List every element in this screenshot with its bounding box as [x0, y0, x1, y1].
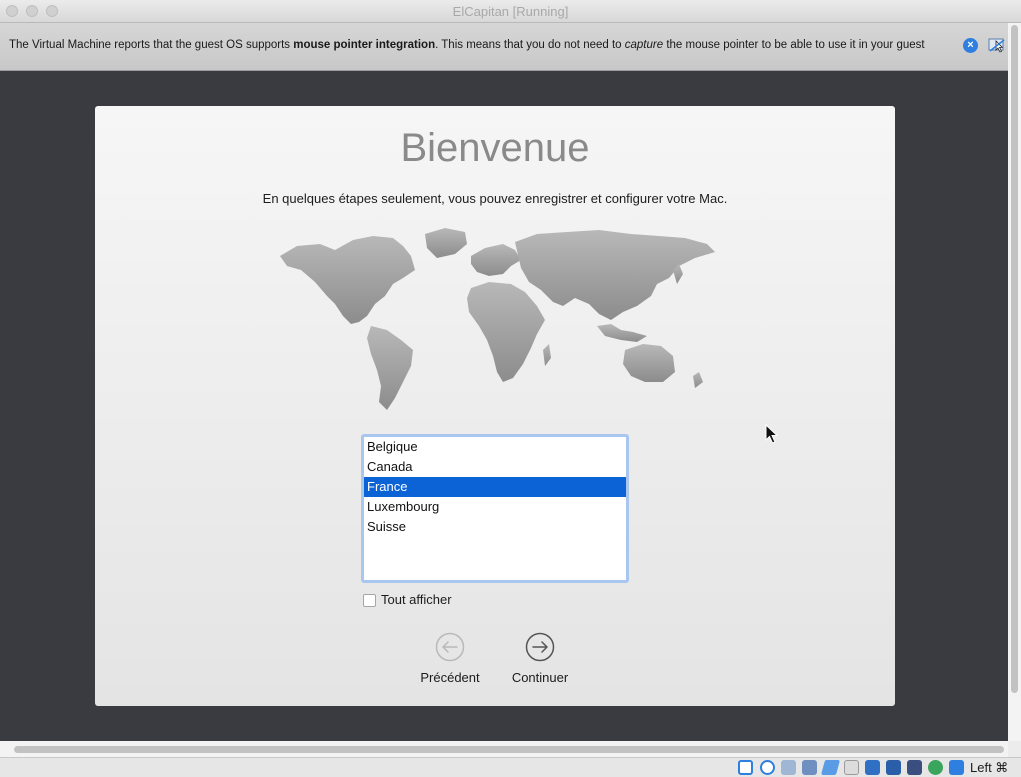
arrow-left-circle-icon	[435, 632, 465, 662]
recording-icon[interactable]	[907, 760, 922, 775]
horizontal-scrollbar[interactable]	[0, 741, 1008, 757]
mouse-integration-notice: The Virtual Machine reports that the gue…	[0, 23, 1008, 71]
country-list-item-france[interactable]: France	[364, 477, 626, 497]
hard-disk-icon[interactable]	[738, 760, 753, 775]
mouse-integration-icon[interactable]	[988, 37, 1006, 53]
world-map	[280, 228, 715, 410]
vm-display[interactable]: The Virtual Machine reports that the gue…	[0, 23, 1008, 741]
close-circle-icon[interactable]: ×	[963, 38, 978, 53]
continue-button[interactable]: Continuer	[500, 632, 580, 692]
country-list-item-belgique[interactable]: Belgique	[364, 437, 626, 457]
arrow-right-circle-icon	[525, 632, 555, 662]
window-titlebar: ElCapitan [Running]	[0, 0, 1021, 23]
continue-label: Continuer	[511, 670, 569, 685]
display-icon[interactable]	[865, 760, 880, 775]
country-list-item-canada[interactable]: Canada	[364, 457, 626, 477]
network-icon[interactable]	[802, 760, 817, 775]
horizontal-scroll-thumb[interactable]	[14, 746, 1004, 753]
optical-disk-icon[interactable]	[760, 760, 775, 775]
window-title: ElCapitan [Running]	[452, 4, 569, 19]
shared-folder-icon[interactable]	[844, 760, 859, 775]
usb-icon[interactable]	[820, 760, 841, 775]
vm-status-bar: Left ⌘	[0, 757, 1021, 777]
page-subtitle: En quelques étapes seulement, vous pouve…	[262, 191, 728, 206]
setup-assistant-panel: Bienvenue En quelques étapes seulement, …	[95, 106, 895, 706]
show-all-checkbox[interactable]	[363, 594, 376, 607]
virtualization-icon[interactable]	[928, 760, 943, 775]
arrow-down-icon[interactable]	[949, 760, 964, 775]
vertical-scroll-thumb[interactable]	[1011, 25, 1018, 693]
audio-icon[interactable]	[781, 760, 796, 775]
country-list-item-suisse[interactable]: Suisse	[364, 517, 626, 537]
show-all-label: Tout afficher	[381, 592, 452, 607]
page-title: Bienvenue	[400, 126, 590, 170]
mouse-cursor-icon	[765, 424, 779, 444]
back-label: Précédent	[420, 670, 480, 685]
vertical-scrollbar[interactable]	[1008, 23, 1021, 741]
notice-message: The Virtual Machine reports that the gue…	[9, 39, 925, 51]
host-key-label: Left ⌘	[970, 760, 1009, 775]
country-list-item-luxembourg[interactable]: Luxembourg	[364, 497, 626, 517]
video-capture-icon[interactable]	[886, 760, 901, 775]
country-list[interactable]: Belgique Canada France Luxembourg Suisse	[361, 434, 629, 583]
back-button[interactable]: Précédent	[410, 632, 490, 692]
